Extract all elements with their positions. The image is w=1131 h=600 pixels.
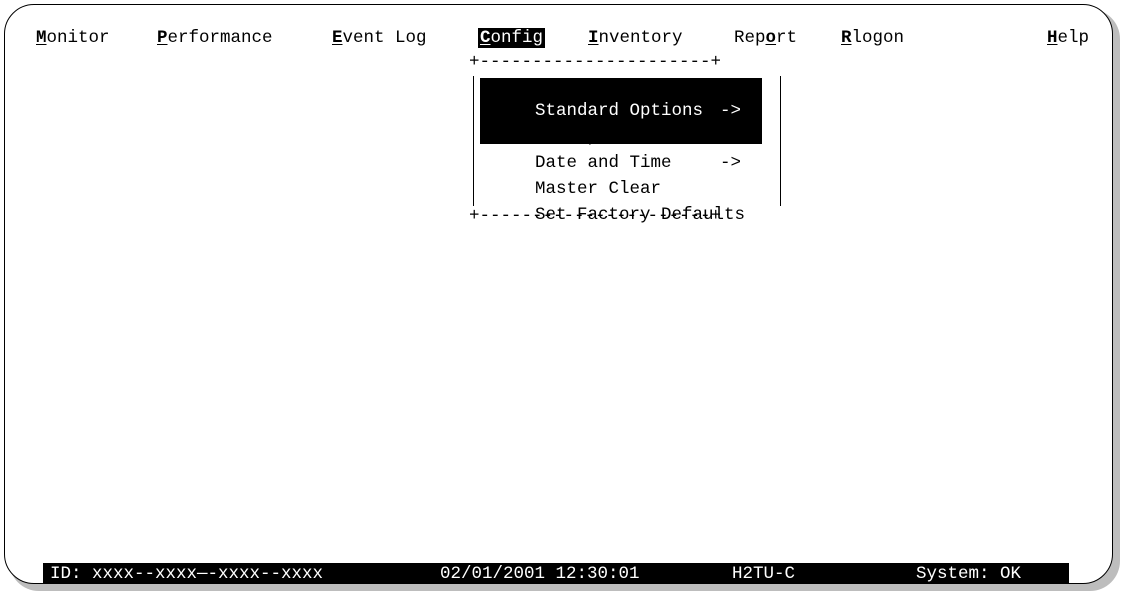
menu-report-label: rt [776, 28, 798, 48]
menu-event-log[interactable]: Event Log [332, 28, 427, 48]
dropdown-bottom-border: +----------------------+ [469, 206, 722, 226]
menu-help[interactable]: Help [1047, 28, 1089, 48]
menu-report-hotkey: o [765, 28, 777, 48]
menu-performance-hotkey: P [157, 28, 168, 48]
menu-config[interactable]: Config [478, 28, 546, 48]
unit-name: H2TU-C [732, 564, 796, 584]
menu-monitor[interactable]: Monitor [36, 28, 110, 48]
menu-help-label: elp [1057, 28, 1090, 48]
menu-rlogon-label: logon [851, 28, 905, 48]
dropdown-right-border [780, 76, 781, 206]
menu-performance-label: erformance [167, 28, 273, 48]
datetime: 02/01/2001 12:30:01 [440, 564, 640, 584]
status-bar: ID: xxxx--xxxx—-xxxx--xxxx 02/01/2001 12… [43, 563, 1069, 584]
menu-monitor-label: onitor [46, 28, 110, 48]
menu-rlogon[interactable]: Rlogon [841, 28, 904, 48]
menu-performance[interactable]: Performance [157, 28, 273, 48]
menu-rlogon-hotkey: R [841, 28, 852, 48]
menu-inventory-label: nventory [598, 28, 683, 48]
device-id: ID: xxxx--xxxx—-xxxx--xxxx [50, 564, 324, 584]
menu-help-hotkey: H [1047, 28, 1058, 48]
dropdown-top-border: +----------------------+ [469, 52, 722, 72]
menu-config-hotkey: C [480, 28, 491, 48]
menu-report[interactable]: Report [734, 28, 797, 48]
menu-event-log-label: vent Log [342, 28, 427, 48]
menu-config-label: onfig [490, 28, 544, 48]
menu-event-log-hotkey: E [332, 28, 343, 48]
dropdown-left-border [473, 76, 474, 206]
menu-report-prefix: Rep [734, 28, 766, 48]
system-status: System: OK [916, 564, 1022, 584]
menu-monitor-hotkey: M [36, 28, 47, 48]
menu-inventory-hotkey: I [588, 28, 599, 48]
menu-inventory[interactable]: Inventory [588, 28, 683, 48]
